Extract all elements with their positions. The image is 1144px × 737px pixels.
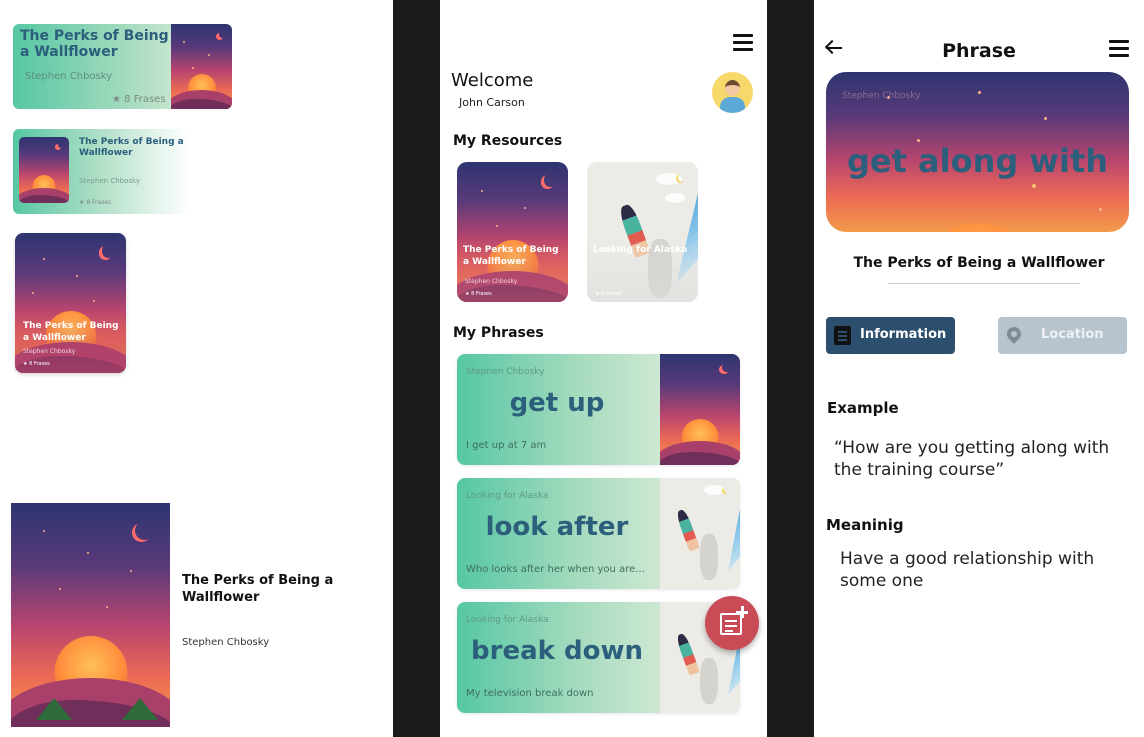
phrase-source: Stephen Chbosky — [466, 367, 545, 377]
avatar[interactable] — [712, 72, 753, 113]
phrase-count: ★ 8 Frases — [79, 199, 111, 206]
book-card-horizontal-large[interactable]: The Perks of Being a Wallflower Stephen … — [13, 24, 232, 109]
phrase-count-label: 8 Frases — [86, 199, 112, 206]
phrase-example: My television break down — [466, 688, 594, 699]
phrase-text: get along with — [846, 142, 1109, 180]
screen-home: Welcome John Carson My Resources The Per… — [440, 0, 767, 737]
phrase-count: ★ 8 Frases — [23, 361, 50, 367]
document-icon — [834, 326, 851, 345]
screen-book-components: The Perks of Being a Wallflower Stephen … — [0, 0, 393, 737]
star-icon: ★ — [79, 199, 85, 206]
tab-information[interactable]: Information — [826, 317, 955, 354]
phrase-source: Stephen Chbosky — [842, 91, 921, 101]
phrase-card[interactable]: Looking for Alaska look after Who looks … — [457, 478, 740, 589]
star-icon: ★ — [595, 291, 600, 297]
resource-card[interactable]: The Perks of Being a Wallflower Stephen … — [457, 162, 568, 302]
phrase-source: Looking for Alaska — [466, 615, 549, 625]
phrase-text: get up — [509, 388, 605, 418]
tab-location[interactable]: Location — [998, 317, 1127, 354]
moon-icon — [724, 487, 730, 493]
moon-icon — [102, 244, 115, 257]
book-title: Looking for Alaska — [593, 245, 688, 255]
book-title: The Perks of Being a Wallflower — [182, 573, 334, 605]
book-title: The Perks of Being a Wallflower — [79, 137, 184, 158]
tab-location-label: Location — [1041, 327, 1104, 342]
divider — [888, 283, 1080, 284]
moon-icon — [135, 521, 154, 540]
book-title: The Perks of Being a Wallflower — [463, 245, 559, 267]
menu-icon[interactable] — [733, 34, 753, 51]
page-title: Phrase — [942, 40, 1016, 62]
screen-phrase-detail: Phrase Stephen Chbosky get along with Th… — [814, 0, 1144, 737]
phrase-count-label: 8 Frases — [471, 291, 492, 297]
welcome-heading: Welcome — [451, 70, 534, 91]
book-card-horizontal-small[interactable]: The Perks of Being a Wallflower Stephen … — [13, 129, 189, 214]
book-card-vertical[interactable]: The Perks of Being a Wallflower Stephen … — [15, 233, 126, 373]
phrase-text: look after — [485, 512, 629, 542]
book-title: The Perks of Being a Wallflower — [23, 321, 119, 343]
moon-icon — [58, 142, 64, 148]
example-heading: Example — [827, 399, 899, 417]
moon-icon — [722, 363, 732, 373]
phrase-example: Who looks after her when you are... — [466, 564, 645, 575]
menu-icon[interactable] — [1109, 40, 1129, 57]
star-icon: ★ — [465, 291, 470, 297]
app-screens: The Perks of Being a Wallflower Stephen … — [0, 0, 1144, 737]
location-pin-icon — [1004, 324, 1024, 344]
book-cover-image — [171, 24, 232, 109]
meaning-heading: Meaninig — [826, 516, 904, 534]
phrase-example: I get up at 7 am — [466, 440, 547, 451]
book-cover-image — [19, 137, 69, 203]
phrase-hero-card: Stephen Chbosky get along with — [826, 72, 1129, 232]
book-title: The Perks of Being a Wallflower — [853, 255, 1105, 271]
book-author: Stephen Chbosky — [25, 71, 113, 82]
moon-icon — [678, 173, 687, 182]
section-title-phrases: My Phrases — [453, 325, 544, 341]
star-icon: ★ — [23, 361, 28, 367]
book-author: Stephen Chbosky — [465, 278, 518, 285]
section-title-resources: My Resources — [453, 133, 563, 149]
phrase-count: ★ 6 Frases — [595, 291, 622, 297]
moon-icon — [544, 173, 557, 186]
book-author: Stephen Chbosky — [182, 637, 270, 648]
book-author: Stephen Chbosky — [23, 348, 76, 355]
book-author: Stephen Chbosky — [79, 177, 140, 185]
book-cover-image — [11, 503, 170, 727]
star-icon: ★ — [112, 94, 121, 105]
phrase-count-label: 8 Frases — [29, 361, 50, 367]
phrase-source: Looking for Alaska — [466, 491, 549, 501]
moon-icon — [219, 31, 226, 38]
resource-card[interactable]: Looking for Alaska ★ 6 Frases — [587, 162, 698, 302]
book-cover-image — [660, 478, 740, 589]
tab-information-label: Information — [860, 327, 947, 342]
phrase-count-label: 8 Frases — [124, 94, 166, 105]
book-title: The Perks of Being a Wallflower — [20, 28, 169, 60]
example-text: “How are you getting along with the trai… — [834, 438, 1110, 480]
phrase-count: ★ 8 Frases — [465, 291, 492, 297]
book-cover-image — [660, 354, 740, 465]
phrase-count-label: 6 Frases — [601, 291, 622, 297]
meaning-text: Have a good relationship with some one — [840, 549, 1095, 591]
phrase-text: break down — [471, 636, 643, 666]
add-note-button[interactable] — [705, 596, 759, 650]
phrase-card[interactable]: Looking for Alaska break down My televis… — [457, 602, 740, 713]
user-name: John Carson — [459, 96, 525, 109]
phrase-count: ★ 8 Frases — [112, 94, 166, 105]
phrase-card[interactable]: Stephen Chbosky get up I get up at 7 am — [457, 354, 740, 465]
